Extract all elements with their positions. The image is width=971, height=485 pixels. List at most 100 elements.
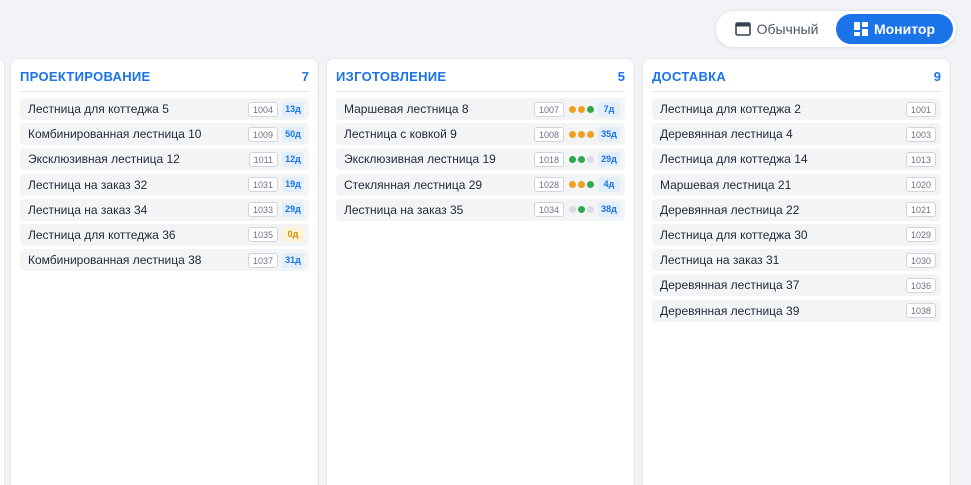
days-badge: 7д (598, 101, 620, 117)
order-name: Деревянная лестница 39 (660, 303, 800, 318)
order-name: Эксклюзивная лестница 12 (28, 152, 180, 167)
order-name: Комбинированная лестница 10 (28, 127, 202, 142)
progress-dots (569, 181, 594, 189)
order-card[interactable]: Лестница на заказ 35 1034 38д (336, 198, 625, 221)
order-card[interactable]: Деревянная лестница 22 1021 (652, 198, 941, 221)
dashboard-icon (853, 22, 868, 36)
order-name: Лестница для коттеджа 2 (660, 102, 801, 116)
order-id-badge: 1001 (905, 101, 936, 117)
status-dot-icon (587, 181, 594, 189)
status-dot-icon (578, 155, 585, 163)
column-delivery: ДОСТАВКА 9 Лестница для коттеджа 2 1001 Дере… (642, 58, 951, 485)
progress-dots (569, 130, 594, 138)
days-badge: 50д (282, 126, 304, 142)
days-badge: 29д (598, 151, 620, 167)
order-name: Деревянная лестница 37 (660, 278, 800, 293)
normal-view-label: Обычный (756, 21, 819, 37)
status-dot-icon (569, 105, 576, 113)
order-name: Лестница на заказ 32 (28, 177, 148, 192)
order-card[interactable]: Стеклянная лестница 29 1028 4д (336, 173, 625, 196)
order-card[interactable]: Эксклюзивная лестница 19 1018 29д (336, 148, 625, 171)
column-header: ПРОЕКТИРОВАНИЕ 7 (20, 59, 309, 92)
column-header: ДОСТАВКА 9 (652, 59, 941, 92)
column-count: 7 (301, 68, 309, 84)
order-name: Лестница на заказ 35 (344, 202, 464, 217)
order-card[interactable]: Деревянная лестница 39 1038 (652, 299, 941, 322)
order-name: Лестница на заказ 34 (28, 202, 148, 217)
order-card[interactable]: Маршевая лестница 21 1020 (652, 173, 941, 196)
progress-dots (569, 105, 594, 113)
status-dot-icon (569, 155, 576, 163)
order-card[interactable]: Комбинированная лестница 38 1037 31д (20, 249, 309, 272)
status-dot-icon (569, 181, 576, 189)
days-badge: 35д (598, 126, 620, 142)
normal-view-button[interactable]: Обычный (719, 14, 834, 44)
order-card[interactable]: Лестница для коттеджа 14 1013 (652, 148, 941, 171)
order-id-badge: 1004 (247, 101, 278, 117)
column-design: ПРОЕКТИРОВАНИЕ 7 Лестница для коттеджа 5 10… (10, 58, 319, 485)
order-name: Маршевая лестница 8 (344, 102, 469, 116)
order-id-badge: 1037 (247, 252, 278, 268)
column-title: ДОСТАВКА (652, 68, 727, 84)
days-badge: 13д (282, 101, 304, 117)
order-id-badge: 1013 (905, 151, 936, 167)
order-card[interactable]: Эксклюзивная лестница 12 1011 12д (20, 148, 309, 171)
order-card[interactable]: Лестница на заказ 31 1030 (652, 249, 941, 272)
column-count: 5 (617, 68, 625, 84)
order-card[interactable]: Лестница на заказ 34 1033 29д (20, 198, 309, 221)
status-dot-icon (569, 130, 576, 138)
order-card[interactable]: Маршевая лестница 8 1007 7д (336, 98, 625, 120)
status-dot-icon (578, 206, 585, 214)
order-name: Лестница для коттеджа 14 (660, 152, 808, 167)
monitor-view-button[interactable]: Монитор (836, 14, 953, 44)
monitor-view-label: Монитор (873, 21, 936, 37)
order-name: Стеклянная лестница 29 (344, 177, 483, 192)
column-title: ИЗГОТОВЛЕНИЕ (336, 68, 447, 84)
status-dot-icon (578, 130, 585, 138)
days-badge: 31д (282, 252, 304, 268)
order-card[interactable]: Лестница для коттеджа 36 1035 0д (20, 223, 309, 246)
column-title: ПРОЕКТИРОВАНИЕ (20, 68, 151, 84)
order-id-badge: 1007 (533, 101, 564, 117)
status-dot-icon (587, 105, 594, 113)
progress-dots (569, 155, 594, 163)
order-card[interactable]: Деревянная лестница 37 1036 (652, 274, 941, 297)
order-card[interactable]: Лестница с ковкой 9 1008 35д (336, 123, 625, 146)
column-manufacturing: ИЗГОТОВЛЕНИЕ 5 Маршевая лестница 8 1007 7д Ле… (326, 58, 635, 485)
status-dot-icon (578, 105, 585, 113)
order-id-badge: 1020 (905, 177, 936, 193)
order-id-badge: 1034 (533, 202, 564, 218)
order-card[interactable]: Лестница для коттеджа 2 1001 (652, 98, 941, 120)
order-name: Лестница для коттеджа 30 (660, 227, 808, 242)
days-badge: 0д (282, 227, 304, 243)
order-card[interactable]: Лестница для коттеджа 5 1004 13д (20, 98, 309, 120)
order-card[interactable]: Деревянная лестница 4 1003 (652, 123, 941, 146)
status-dot-icon (587, 155, 594, 163)
order-card[interactable]: Лестница для коттеджа 30 1029 (652, 223, 941, 246)
order-name: Деревянная лестница 22 (660, 202, 800, 217)
order-name: Лестница для коттеджа 5 (28, 102, 169, 116)
status-dot-icon (569, 206, 576, 214)
order-name: Комбинированная лестница 38 (28, 253, 202, 268)
order-id-badge: 1029 (905, 227, 936, 243)
order-name: Деревянная лестница 4 (660, 127, 793, 142)
order-id-badge: 1009 (247, 126, 278, 142)
days-badge: 19д (282, 177, 304, 193)
status-dot-icon (578, 181, 585, 189)
column-header: ИЗГОТОВЛЕНИЕ 5 (336, 59, 625, 92)
order-id-badge: 1011 (248, 151, 278, 167)
order-name: Лестница на заказ 31 (660, 253, 780, 268)
order-id-badge: 1035 (247, 227, 278, 243)
order-id-badge: 1030 (905, 252, 936, 268)
order-card[interactable]: Лестница на заказ 32 1031 19д (20, 173, 309, 196)
days-badge: 4д (598, 177, 620, 193)
order-name: Маршевая лестница 21 (660, 177, 792, 192)
days-badge: 38д (598, 202, 620, 218)
order-id-badge: 1018 (533, 151, 564, 167)
order-card[interactable]: Комбинированная лестница 10 1009 50д (20, 123, 309, 146)
window-icon (734, 22, 751, 36)
days-badge: 12д (282, 151, 304, 167)
order-id-badge: 1008 (533, 126, 564, 142)
order-name: Лестница для коттеджа 36 (28, 227, 176, 242)
column-count: 9 (933, 68, 941, 84)
